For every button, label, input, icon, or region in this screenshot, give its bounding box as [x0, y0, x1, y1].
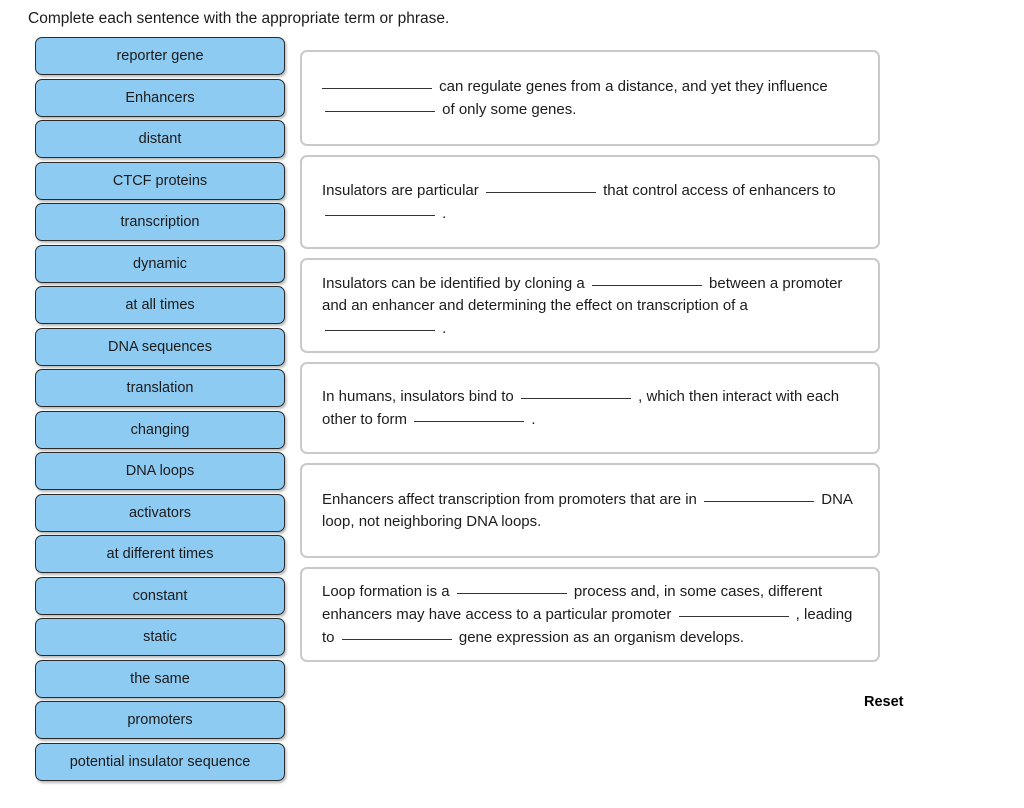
term-tile[interactable]: activators	[35, 493, 285, 532]
term-tile[interactable]: distant	[35, 120, 285, 158]
term-tile[interactable]: Enhancers	[35, 78, 285, 117]
sentence-text: Insulators are particular that control a…	[322, 179, 858, 225]
sentence-fragment: Enhancers affect transcription from prom…	[322, 491, 702, 508]
term-tile-label: at all times	[125, 297, 195, 313]
term-tile-label: at different times	[106, 546, 214, 562]
answer-blank[interactable]	[325, 317, 435, 331]
term-tile[interactable]: DNA sequences	[35, 327, 285, 366]
term-tile[interactable]: the same	[35, 659, 285, 698]
sentence-fragment: .	[438, 319, 447, 337]
sentence-fragment: Loop formation is a	[322, 583, 454, 600]
answer-blank[interactable]	[704, 488, 815, 502]
sentence-fragment: .	[438, 205, 447, 222]
sentence-fragment: In humans, insulators bind to	[322, 388, 518, 405]
sentence-fragment: .	[527, 411, 536, 428]
term-tile-label: transcription	[120, 214, 200, 230]
sentence-box[interactable]: Loop formation is a process and, in some…	[300, 567, 880, 662]
term-tile-label: static	[143, 629, 177, 645]
term-bank: reporter gene Enhancers distant CTCF protei…	[35, 37, 285, 784]
term-tile[interactable]: promoters	[35, 701, 285, 739]
sentence-fragment: gene expression as an organism develops.	[454, 629, 745, 646]
term-tile-label: DNA loops	[125, 463, 195, 479]
sentence-box[interactable]: can regulate genes from a distance, and …	[300, 50, 880, 146]
term-tile[interactable]: static	[35, 618, 285, 656]
term-tile-label: constant	[132, 587, 188, 604]
sentence-text: Enhancers affect transcription from prom…	[322, 488, 858, 533]
term-tile[interactable]: at all times	[35, 286, 285, 324]
term-tile[interactable]: transcription	[35, 203, 285, 241]
sentence-text: can regulate genes from a distance, and …	[322, 75, 858, 121]
term-tile[interactable]: dynamic	[35, 244, 285, 283]
term-tile[interactable]: at different times	[35, 535, 285, 573]
page-title: Complete each sentence with the appropri…	[28, 10, 450, 27]
term-tile-label: DNA sequences	[108, 338, 212, 355]
sentence-box[interactable]: Enhancers affect transcription from prom…	[300, 463, 880, 558]
term-tile[interactable]: CTCF proteins	[35, 161, 285, 200]
sentence-fragment: that control access of enhancers to	[598, 182, 836, 199]
term-tile-label: distant	[138, 131, 182, 147]
term-tile-label: dynamic	[133, 255, 187, 272]
term-tile[interactable]: changing	[35, 410, 285, 449]
term-tile[interactable]: DNA loops	[35, 452, 285, 490]
answer-blank[interactable]	[322, 75, 432, 89]
sentence-text: Insulators can be identified by cloning …	[322, 272, 858, 340]
sentence-list: can regulate genes from a distance, and …	[300, 50, 880, 671]
term-tile-label: Enhancers	[125, 89, 195, 106]
term-tile-label: potential insulator sequence	[69, 753, 251, 770]
sentence-fragment: Insulators are particular	[322, 182, 483, 199]
answer-blank[interactable]	[591, 272, 702, 286]
answer-blank[interactable]	[325, 98, 435, 112]
term-tile-label: changing	[130, 421, 190, 438]
answer-blank[interactable]	[485, 179, 596, 193]
answer-blank[interactable]	[341, 626, 452, 640]
answer-blank[interactable]	[456, 580, 567, 594]
sentence-box[interactable]: Insulators can be identified by cloning …	[300, 258, 880, 353]
term-tile-label: translation	[126, 380, 194, 396]
term-tile-label: promoters	[127, 712, 193, 728]
term-tile-label: reporter gene	[116, 48, 204, 64]
term-tile[interactable]: reporter gene	[35, 37, 285, 75]
term-tile-label: CTCF proteins	[112, 172, 208, 189]
sentence-text: Loop formation is a process and, in some…	[322, 580, 858, 649]
term-tile-label: the same	[130, 670, 190, 687]
sentence-fragment: can regulate genes from a distance, and …	[435, 78, 828, 95]
term-tile[interactable]: constant	[35, 576, 285, 615]
term-tile[interactable]: potential insulator sequence	[35, 742, 285, 781]
reset-button[interactable]: Reset	[864, 694, 904, 710]
answer-blank[interactable]	[325, 202, 435, 216]
sentence-fragment: Insulators can be identified by cloning …	[322, 274, 589, 292]
answer-blank[interactable]	[520, 385, 631, 399]
term-tile-label: activators	[128, 504, 192, 521]
sentence-box[interactable]: In humans, insulators bind to , which th…	[300, 362, 880, 454]
answer-blank[interactable]	[414, 408, 525, 422]
sentence-box[interactable]: Insulators are particular that control a…	[300, 155, 880, 249]
sentence-fragment: of only some genes.	[438, 101, 577, 118]
sentence-text: In humans, insulators bind to , which th…	[322, 385, 858, 431]
answer-blank[interactable]	[678, 603, 789, 617]
term-tile[interactable]: translation	[35, 369, 285, 407]
